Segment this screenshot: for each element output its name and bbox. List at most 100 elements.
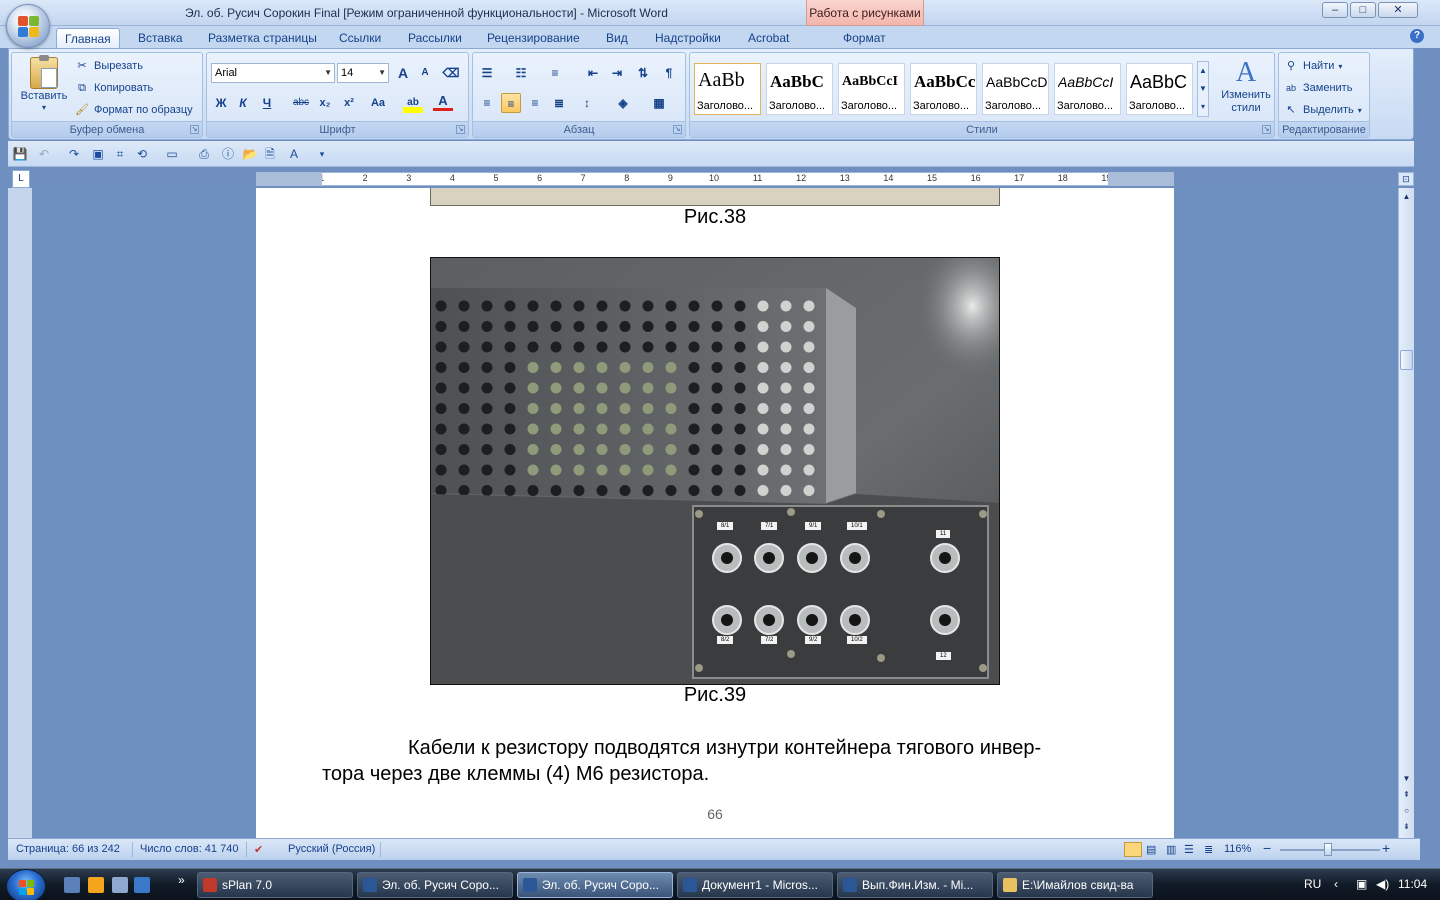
- draft-view-icon[interactable]: ≣: [1204, 843, 1213, 856]
- save-icon[interactable]: 💾: [12, 146, 28, 162]
- tab-format[interactable]: Формат: [835, 28, 894, 48]
- style-tile[interactable]: AaBbC Заголово...: [1126, 63, 1193, 115]
- picture-icon[interactable]: ▣: [90, 146, 106, 162]
- font-size-select[interactable]: 14 ▼: [337, 63, 389, 83]
- web-layout-icon[interactable]: ▥: [1166, 843, 1176, 856]
- minimize-button[interactable]: –: [1322, 2, 1348, 18]
- taskbar-item-word-3[interactable]: Документ1 - Micros...: [677, 872, 833, 898]
- taskbar-item-word-4[interactable]: Вып.Фин.Изм. - Mi...: [837, 872, 993, 898]
- rotate-icon[interactable]: ⟲: [134, 146, 150, 162]
- align-left-icon[interactable]: ≡: [477, 93, 497, 113]
- outline-view-icon[interactable]: ☰: [1184, 843, 1194, 856]
- style-tile[interactable]: AaBbCcD Заголово...: [982, 63, 1049, 115]
- subscript-button[interactable]: x₂: [315, 93, 335, 113]
- taskbar-item-word-2[interactable]: Эл. об. Русич Соро...: [517, 872, 673, 898]
- paragraph-dialog-launcher[interactable]: ↘: [673, 125, 682, 134]
- open-folder-icon[interactable]: 📂: [242, 146, 258, 162]
- style-tile[interactable]: AaBbCcI Заголово...: [1054, 63, 1121, 115]
- zoom-out-button[interactable]: −: [1263, 840, 1271, 856]
- explorer-icon[interactable]: [112, 877, 128, 893]
- word-count[interactable]: Число слов: 41 740: [140, 843, 238, 855]
- customize-qat-icon[interactable]: ▾: [314, 146, 330, 162]
- network-icon[interactable]: ▣: [1356, 877, 1367, 891]
- previous-figure[interactable]: [430, 188, 1000, 206]
- tray-expand-icon[interactable]: ‹: [1334, 877, 1338, 891]
- scrollbar-thumb[interactable]: [1400, 350, 1413, 370]
- find-button[interactable]: ⚲ Найти ▾: [1283, 58, 1342, 74]
- cut-button[interactable]: ✂ Вырезать: [74, 58, 143, 74]
- help-circle-icon[interactable]: ⓘ: [220, 146, 236, 162]
- language-bar[interactable]: RU: [1304, 877, 1321, 891]
- replace-button[interactable]: ab Заменить: [1283, 80, 1352, 96]
- increase-indent-icon[interactable]: ⇥: [607, 63, 627, 83]
- styles-gallery-scroll[interactable]: ▲ ▼ ▾: [1197, 61, 1209, 117]
- show-desktop-icon[interactable]: [64, 877, 80, 893]
- document-icon[interactable]: 🗎: [262, 146, 278, 162]
- change-styles-button[interactable]: A Изменить стили: [1218, 57, 1274, 115]
- change-case-button[interactable]: Aa: [365, 93, 391, 113]
- taskbar-clock[interactable]: 11:04: [1398, 877, 1427, 891]
- tab-selector[interactable]: L: [12, 170, 30, 188]
- tab-insert[interactable]: Вставка: [130, 28, 191, 48]
- highlight-button[interactable]: ab: [403, 93, 423, 113]
- style-tile[interactable]: AaBb Заголово...: [694, 63, 761, 115]
- bold-button[interactable]: Ж: [211, 93, 231, 113]
- scroll-down-icon[interactable]: ▼: [1399, 772, 1414, 786]
- language-indicator[interactable]: Русский (Россия): [288, 843, 375, 855]
- paste-button[interactable]: Вставить ▾: [16, 55, 72, 112]
- proofing-icon[interactable]: ✔: [254, 843, 263, 856]
- line-spacing-icon[interactable]: ↕: [577, 93, 597, 113]
- decrease-indent-icon[interactable]: ⇤: [583, 63, 603, 83]
- font-color-button[interactable]: A: [433, 93, 453, 111]
- styles-dialog-launcher[interactable]: ↘: [1262, 125, 1271, 134]
- style-tile[interactable]: AaBbCc Заголово...: [910, 63, 977, 115]
- tab-view[interactable]: Вид: [598, 28, 636, 48]
- close-button[interactable]: ✕: [1378, 2, 1418, 18]
- tab-mailings[interactable]: Рассылки: [400, 28, 470, 48]
- justify-icon[interactable]: ≣: [549, 93, 569, 113]
- tab-references[interactable]: Ссылки: [331, 28, 389, 48]
- tab-addins[interactable]: Надстройки: [647, 28, 729, 48]
- redo-icon[interactable]: ↷: [66, 146, 82, 162]
- browser-icon[interactable]: [134, 877, 150, 893]
- tab-page-layout[interactable]: Разметка страницы: [200, 28, 325, 48]
- ruler-toggle-icon[interactable]: ⊡: [1398, 172, 1414, 186]
- select-button[interactable]: ↖ Выделить ▾: [1283, 102, 1361, 118]
- align-right-icon[interactable]: ≡: [525, 93, 545, 113]
- font-family-select[interactable]: Arial ▼: [211, 63, 335, 83]
- grow-font-button[interactable]: A: [393, 63, 413, 83]
- copy-button[interactable]: ⧉ Копировать: [74, 80, 153, 96]
- zoom-in-button[interactable]: +: [1382, 840, 1390, 856]
- underline-button[interactable]: Ч: [257, 93, 277, 113]
- strikethrough-button[interactable]: abc: [291, 93, 311, 113]
- tab-acrobat[interactable]: Acrobat: [740, 28, 797, 48]
- browse-object-icon[interactable]: ○: [1399, 804, 1414, 818]
- format-painter-button[interactable]: 🖌 Формат по образцу: [74, 102, 193, 118]
- help-icon[interactable]: ?: [1410, 29, 1424, 43]
- print-preview-icon[interactable]: ⎙: [196, 146, 212, 162]
- multilevel-list-icon[interactable]: ≡: [545, 63, 565, 83]
- zoom-level[interactable]: 116%: [1224, 843, 1251, 855]
- office-button[interactable]: [6, 4, 50, 48]
- taskbar-item-splan[interactable]: sPlan 7.0: [197, 872, 353, 898]
- zoom-slider-thumb[interactable]: [1324, 843, 1332, 856]
- next-page-icon[interactable]: ⇟: [1399, 820, 1414, 834]
- clipboard-dialog-launcher[interactable]: ↘: [190, 125, 199, 134]
- bullets-icon[interactable]: ☰: [477, 63, 497, 83]
- page-count[interactable]: Страница: 66 из 242: [16, 843, 120, 855]
- taskbar-item-word-1[interactable]: Эл. об. Русич Соро...: [357, 872, 513, 898]
- crop-icon[interactable]: ⌗: [112, 146, 128, 162]
- figure-photo[interactable]: 8/1 7/1 9/1 10/1 11 8/2 7/2 9/2 10/2 12: [430, 257, 1000, 685]
- sort-icon[interactable]: ⇅: [633, 63, 653, 83]
- scroll-up-icon[interactable]: ▲: [1399, 190, 1414, 204]
- show-marks-button[interactable]: ¶: [659, 63, 679, 83]
- horizontal-ruler[interactable]: 112345678910111213141516171819: [256, 172, 1174, 186]
- tab-review[interactable]: Рецензирование: [479, 28, 588, 48]
- shading-icon[interactable]: ◈: [613, 93, 633, 113]
- clear-format-icon[interactable]: ⌫: [441, 63, 461, 83]
- font-dialog-launcher[interactable]: ↘: [456, 125, 465, 134]
- italic-button[interactable]: К: [233, 93, 253, 113]
- quick-launch-more[interactable]: »: [178, 873, 185, 887]
- media-player-icon[interactable]: [88, 877, 104, 893]
- spelling-icon[interactable]: A: [286, 146, 302, 162]
